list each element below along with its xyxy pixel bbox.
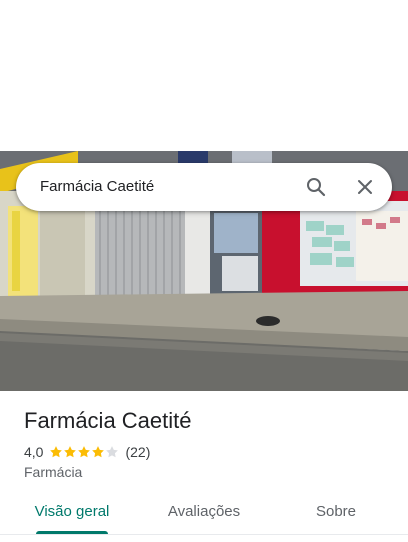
review-count[interactable]: (22): [125, 444, 150, 460]
star-icon: [50, 446, 63, 458]
search-bar[interactable]: Farmácia Caetité: [16, 163, 392, 211]
close-icon[interactable]: [353, 175, 377, 199]
tab-about[interactable]: Sobre: [282, 490, 390, 534]
star-icon: [64, 446, 77, 458]
tab-overview[interactable]: Visão geral: [18, 490, 126, 534]
place-tabs: Visão geral Avaliações Sobre: [0, 490, 408, 534]
place-title: Farmácia Caetité: [24, 408, 192, 433]
place-category[interactable]: Farmácia: [24, 464, 82, 480]
star-icon: [92, 446, 105, 458]
tabs-divider: [0, 534, 408, 535]
search-input[interactable]: Farmácia Caetité: [40, 163, 154, 211]
star-icon: [78, 446, 91, 458]
rating-row[interactable]: 4,0 (22): [24, 443, 150, 461]
rating-value: 4,0: [24, 444, 44, 460]
search-icon[interactable]: [304, 175, 328, 199]
star-rating: [49, 445, 119, 459]
star-icon: [106, 446, 119, 458]
tab-reviews[interactable]: Avaliações: [150, 490, 258, 534]
